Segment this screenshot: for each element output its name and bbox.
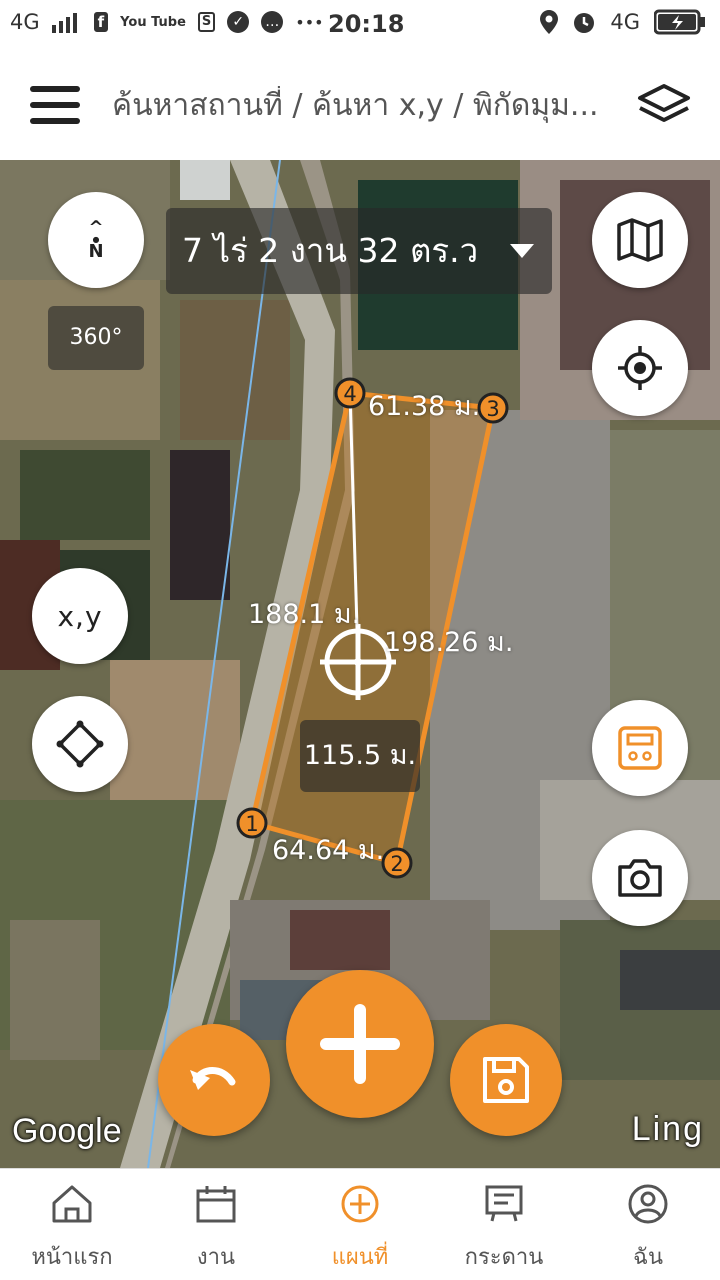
facebook-icon: f	[93, 12, 109, 32]
map-view[interactable]: 1 2 3 4 7 ไร่ 2 งาน 32 ตร.ว ^ ● N 360° x…	[0, 160, 720, 1168]
ling-logo: Ling	[631, 1110, 704, 1148]
nav-home-label: หน้าแรก	[31, 1245, 113, 1270]
nav-tasks[interactable]: งาน	[144, 1169, 288, 1280]
shape-tool-button[interactable]	[32, 696, 128, 792]
network-type-right: 4G	[610, 10, 640, 34]
undo-icon	[190, 1067, 236, 1090]
signal-icon	[51, 13, 77, 33]
add-circle-icon	[341, 1185, 379, 1223]
menu-icon[interactable]	[30, 86, 80, 126]
map-type-button[interactable]	[592, 192, 688, 288]
right-side-length: 198.26 ม.	[384, 627, 514, 658]
more-icon: •••	[295, 12, 324, 32]
layers-icon[interactable]	[636, 82, 692, 130]
calendar-icon	[196, 1186, 236, 1223]
check-icon: ✓	[227, 11, 250, 33]
nav-tasks-label: งาน	[196, 1245, 236, 1270]
camera-icon	[618, 859, 662, 897]
svg-text:2: 2	[390, 852, 403, 876]
nav-profile-label: ฉัน	[632, 1245, 664, 1270]
compass-button[interactable]: ^ ● N	[48, 192, 144, 288]
nav-map-label: แผนที่	[331, 1245, 389, 1270]
nav-home[interactable]: หน้าแรก	[0, 1169, 144, 1280]
save-button[interactable]	[450, 1024, 562, 1136]
map-icon	[617, 218, 663, 262]
svg-text:4: 4	[343, 382, 356, 406]
svg-text:1: 1	[245, 812, 258, 836]
vertex-marker-4[interactable]: 4	[334, 377, 366, 409]
vertex-marker-3[interactable]: 3	[477, 392, 509, 424]
board-icon	[485, 1185, 523, 1222]
alarm-icon	[574, 13, 595, 33]
camera-button[interactable]	[592, 830, 688, 926]
xy-label: x,y	[57, 599, 103, 633]
diamond-shape-icon	[56, 720, 104, 768]
chevron-down-icon	[510, 244, 534, 258]
user-icon	[628, 1184, 668, 1224]
chat-icon: …	[261, 11, 284, 33]
calculator-button[interactable]	[592, 700, 688, 796]
area-summary-dropdown[interactable]: 7 ไร่ 2 งาน 32 ตร.ว	[166, 208, 552, 294]
status-bar: 4G f You Tube S ✓ … ••• 20:18 4G	[0, 0, 720, 52]
screenshot-icon: S	[197, 12, 216, 32]
top-side-length: 61.38 ม.	[368, 391, 481, 422]
left-side-length: 188.1 ม.	[248, 599, 361, 630]
search-breadcrumb[interactable]: ค้นหาสถานที่ / ค้นหา x,y / พิกัดมุม...	[112, 86, 620, 126]
nav-board-label: กระดาน	[464, 1245, 544, 1270]
app-bar: ค้นหาสถานที่ / ค้นหา x,y / พิกัดมุม...	[0, 52, 720, 160]
save-disk-icon	[483, 1057, 529, 1103]
plus-icon	[320, 1004, 400, 1084]
bottom-navigation: หน้าแรก งาน แผนที่ กระดาน ฉัน	[0, 1168, 720, 1280]
youtube-icon: You Tube	[120, 14, 186, 30]
compass-icon: ^ ● N	[88, 217, 104, 262]
nav-map[interactable]: แผนที่	[288, 1169, 432, 1280]
status-time: 20:18	[328, 10, 405, 38]
compass-north-label: N	[88, 241, 104, 262]
gps-target-icon	[618, 346, 662, 390]
vertex-marker-1[interactable]: 1	[236, 807, 268, 839]
nav-board[interactable]: กระดาน	[432, 1169, 576, 1280]
rotation-label[interactable]: 360°	[48, 306, 144, 370]
area-value: 7 ไร่ 2 งาน 32 ตร.ว	[182, 231, 479, 270]
xy-coordinate-button[interactable]: x,y	[32, 568, 128, 664]
svg-text:3: 3	[486, 397, 499, 421]
network-type-label: 4G	[10, 10, 40, 34]
add-point-button[interactable]	[286, 970, 434, 1118]
google-logo: Google	[12, 1112, 122, 1150]
vertex-marker-2[interactable]: 2	[381, 847, 413, 879]
location-icon	[540, 10, 559, 34]
nav-profile[interactable]: ฉัน	[576, 1169, 720, 1280]
bottom-side-length: 64.64 ม.	[272, 835, 385, 866]
undo-button[interactable]	[158, 1024, 270, 1136]
status-right: 4G	[540, 9, 706, 35]
center-line-length: 115.5 ม.	[300, 720, 420, 792]
status-left: 4G f You Tube S ✓ … •••	[10, 10, 324, 34]
my-location-button[interactable]	[592, 320, 688, 416]
home-icon	[52, 1185, 92, 1223]
battery-icon	[654, 9, 705, 35]
calculator-icon	[618, 726, 662, 770]
